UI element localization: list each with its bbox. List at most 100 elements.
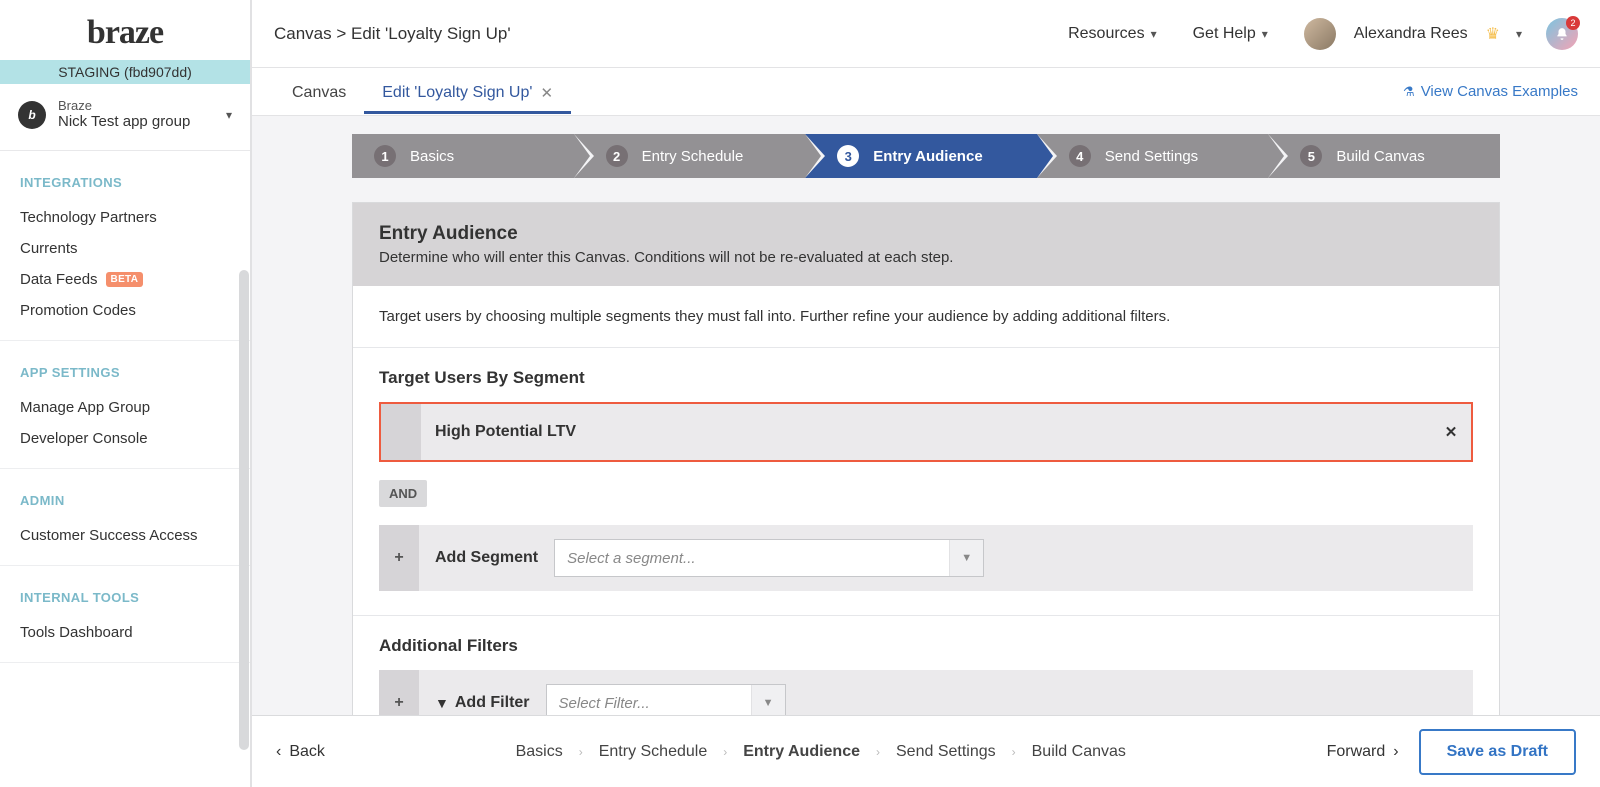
add-segment-label: Add Segment xyxy=(419,549,554,567)
plus-icon[interactable]: + xyxy=(379,670,419,715)
chevron-down-icon[interactable]: ▾ xyxy=(1516,27,1522,41)
caret-down-icon: ▼ xyxy=(949,540,983,576)
sidebar-item-currents[interactable]: Currents xyxy=(20,233,230,264)
avatar[interactable] xyxy=(1304,18,1336,50)
section-label: Additional Filters xyxy=(379,636,1473,656)
step-basics[interactable]: 1 Basics xyxy=(352,134,574,178)
tab-edit-canvas[interactable]: Edit 'Loyalty Sign Up' ✕ xyxy=(364,70,571,114)
panel-header: Entry Audience Determine who will enter … xyxy=(353,203,1499,286)
step-number: 5 xyxy=(1300,145,1322,167)
tabs-row: Canvas Edit 'Loyalty Sign Up' ✕ ⚗ View C… xyxy=(252,68,1600,116)
add-filter-label: ▼ Add Filter xyxy=(419,694,546,712)
footer-step-basics[interactable]: Basics xyxy=(516,743,563,761)
chevron-down-icon: ▾ xyxy=(1151,27,1157,41)
step-number: 4 xyxy=(1069,145,1091,167)
footer: ‹ Back Basics › Entry Schedule › Entry A… xyxy=(252,715,1600,787)
staging-banner: STAGING (fbd907dd) xyxy=(0,60,250,84)
breadcrumb: Canvas > Edit 'Loyalty Sign Up' xyxy=(274,24,1058,44)
step-label: Entry Audience xyxy=(873,148,982,165)
add-segment-row: + Add Segment Select a segment... ▼ xyxy=(379,525,1473,591)
segment-select[interactable]: Select a segment... ▼ xyxy=(554,539,984,577)
step-label: Entry Schedule xyxy=(642,148,744,165)
chevron-down-icon: ▾ xyxy=(1262,27,1268,41)
app-group-name: Nick Test app group xyxy=(58,113,214,132)
footer-step-entry-schedule[interactable]: Entry Schedule xyxy=(599,743,708,761)
add-filter-row: + ▼ Add Filter Select Filter... ▼ xyxy=(379,670,1473,715)
sidebar-item-manage-app-group[interactable]: Manage App Group xyxy=(20,392,230,423)
save-as-draft-button[interactable]: Save as Draft xyxy=(1419,729,1576,775)
filter-placeholder: Select Filter... xyxy=(559,695,650,712)
logo-text: braze xyxy=(87,14,163,51)
caret-down-icon: ▼ xyxy=(751,685,785,715)
step-entry-audience[interactable]: 3 Entry Audience xyxy=(805,134,1037,178)
notification-badge: 2 xyxy=(1566,16,1580,30)
wizard-stepper: 1 Basics 2 Entry Schedule 3 Entry Audien… xyxy=(252,134,1600,178)
sidebar-scrollbar[interactable] xyxy=(238,270,250,750)
footer-step-entry-audience[interactable]: Entry Audience xyxy=(743,743,860,761)
nav-heading: INTERNAL TOOLS xyxy=(20,590,230,605)
chevron-right-icon: › xyxy=(723,745,727,759)
segment-section: Target Users By Segment High Potential L… xyxy=(353,348,1499,616)
footer-step-nav: Basics › Entry Schedule › Entry Audience… xyxy=(325,743,1317,761)
beta-badge: BETA xyxy=(106,272,144,287)
step-send-settings[interactable]: 4 Send Settings xyxy=(1037,134,1269,178)
logo: braze xyxy=(0,0,250,60)
panel-title: Entry Audience xyxy=(379,223,1473,245)
sidebar-item-technology-partners[interactable]: Technology Partners xyxy=(20,202,230,233)
chevron-right-icon: › xyxy=(876,745,880,759)
close-icon[interactable]: ✕ xyxy=(540,84,553,102)
drag-handle[interactable] xyxy=(381,404,421,460)
topbar: Canvas > Edit 'Loyalty Sign Up' Resource… xyxy=(252,0,1600,68)
filter-select[interactable]: Select Filter... ▼ xyxy=(546,684,786,715)
remove-segment-button[interactable]: ✕ xyxy=(1431,423,1471,441)
app-group-selector[interactable]: b Braze Nick Test app group ▾ xyxy=(0,84,250,151)
content-area: 1 Basics 2 Entry Schedule 3 Entry Audien… xyxy=(252,116,1600,715)
app-group-text: Braze Nick Test app group xyxy=(58,98,214,132)
forward-button[interactable]: Forward › xyxy=(1327,743,1399,761)
step-entry-schedule[interactable]: 2 Entry Schedule xyxy=(574,134,806,178)
nav-heading: APP SETTINGS xyxy=(20,365,230,380)
panel-subtitle: Determine who will enter this Canvas. Co… xyxy=(379,249,1473,266)
sidebar-item-developer-console[interactable]: Developer Console xyxy=(20,423,230,454)
filters-section: Additional Filters + ▼ Add Filter Select… xyxy=(353,616,1499,715)
and-operator: AND xyxy=(379,480,427,507)
sidebar-item-promotion-codes[interactable]: Promotion Codes xyxy=(20,295,230,326)
chevron-left-icon: ‹ xyxy=(276,743,281,761)
resources-menu[interactable]: Resources ▾ xyxy=(1068,25,1157,43)
nav-section-integrations: INTEGRATIONS Technology Partners Current… xyxy=(0,151,250,341)
step-number: 1 xyxy=(374,145,396,167)
sidebar-item-tools-dashboard[interactable]: Tools Dashboard xyxy=(20,617,230,648)
selected-segment-row: High Potential LTV ✕ xyxy=(379,402,1473,462)
step-number: 2 xyxy=(606,145,628,167)
sidebar-item-customer-success[interactable]: Customer Success Access xyxy=(20,520,230,551)
step-build-canvas[interactable]: 5 Build Canvas xyxy=(1268,134,1500,178)
main: Canvas > Edit 'Loyalty Sign Up' Resource… xyxy=(252,0,1600,787)
view-canvas-examples-link[interactable]: ⚗ View Canvas Examples xyxy=(1403,83,1578,100)
flask-icon: ⚗ xyxy=(1403,84,1415,100)
notifications-button[interactable]: 2 xyxy=(1546,18,1578,50)
chevron-down-icon: ▾ xyxy=(226,108,232,122)
app-group-brand: Braze xyxy=(58,98,214,113)
tab-canvas[interactable]: Canvas xyxy=(274,70,364,114)
get-help-menu[interactable]: Get Help ▾ xyxy=(1193,25,1268,43)
segment-name: High Potential LTV xyxy=(421,423,1431,441)
user-name: Alexandra Rees xyxy=(1354,25,1468,43)
nav-section-admin: ADMIN Customer Success Access xyxy=(0,469,250,566)
bell-icon xyxy=(1555,27,1569,41)
sidebar: braze STAGING (fbd907dd) b Braze Nick Te… xyxy=(0,0,252,787)
chevron-right-icon: › xyxy=(1012,745,1016,759)
step-label: Basics xyxy=(410,148,454,165)
footer-step-build-canvas[interactable]: Build Canvas xyxy=(1032,743,1126,761)
sidebar-item-data-feeds[interactable]: Data Feeds BETA xyxy=(20,264,230,295)
nav-section-internal-tools: INTERNAL TOOLS Tools Dashboard xyxy=(0,566,250,663)
plus-icon[interactable]: + xyxy=(379,525,419,591)
back-button[interactable]: ‹ Back xyxy=(276,743,325,761)
nav-section-app-settings: APP SETTINGS Manage App Group Developer … xyxy=(0,341,250,469)
footer-step-send-settings[interactable]: Send Settings xyxy=(896,743,996,761)
step-label: Send Settings xyxy=(1105,148,1198,165)
step-number: 3 xyxy=(837,145,859,167)
chevron-right-icon: › xyxy=(579,745,583,759)
chevron-right-icon: › xyxy=(1393,743,1398,761)
scrollbar-thumb[interactable] xyxy=(239,270,249,750)
segment-placeholder: Select a segment... xyxy=(567,550,695,567)
